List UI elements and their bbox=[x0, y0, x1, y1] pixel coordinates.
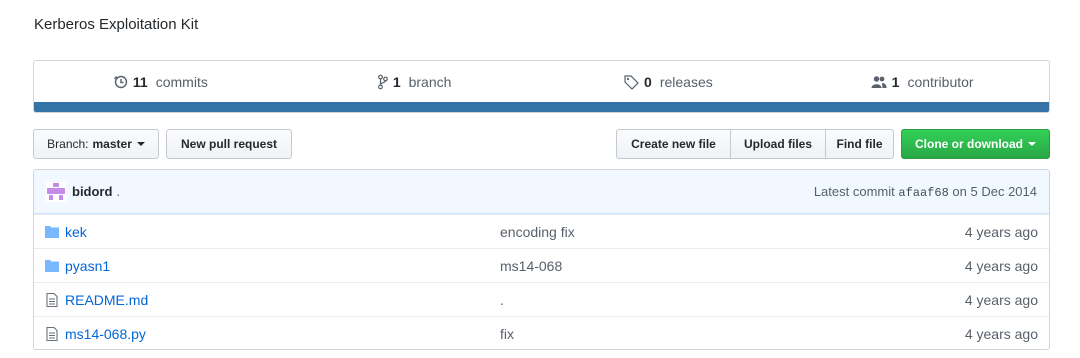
branches-link[interactable]: 1 branch bbox=[288, 74, 542, 90]
chevron-down-icon bbox=[136, 142, 145, 146]
repo-description: Kerberos Exploitation Kit bbox=[34, 16, 199, 33]
contributors-count: 1 bbox=[891, 74, 900, 90]
branch-name: master bbox=[92, 137, 132, 151]
commit-message[interactable]: . bbox=[116, 184, 120, 199]
find-file-button[interactable]: Find file bbox=[825, 129, 894, 159]
file-commit-message[interactable]: fix bbox=[500, 326, 514, 342]
upload-files-button[interactable]: Upload files bbox=[730, 129, 826, 159]
people-icon bbox=[871, 76, 887, 88]
file-name[interactable]: README.md bbox=[65, 292, 148, 308]
file-text-icon bbox=[46, 293, 58, 307]
commit-author[interactable]: bidord bbox=[72, 184, 112, 199]
commits-count: 11 bbox=[132, 74, 148, 90]
latest-commit-bar: bidord . Latest commit afaaf68 on 5 Dec … bbox=[34, 170, 1049, 214]
file-row: README.md . 4 years ago bbox=[34, 282, 1049, 316]
file-row: kek encoding fix 4 years ago bbox=[34, 214, 1049, 248]
contributors-link[interactable]: 1 contributor bbox=[795, 74, 1049, 90]
commits-label: commits bbox=[155, 74, 208, 90]
commit-date: on 5 Dec 2014 bbox=[952, 183, 1037, 199]
language-bar[interactable] bbox=[34, 102, 1049, 112]
file-name[interactable]: ms14-068.py bbox=[65, 326, 146, 342]
releases-link[interactable]: 0 releases bbox=[542, 74, 796, 90]
new-pull-request-button[interactable]: New pull request bbox=[166, 129, 292, 159]
file-row: ms14-068.py fix 4 years ago bbox=[34, 316, 1049, 349]
releases-label: releases bbox=[659, 74, 713, 90]
file-name[interactable]: pyasn1 bbox=[65, 258, 110, 274]
file-age: 4 years ago bbox=[964, 291, 1038, 308]
releases-count: 0 bbox=[644, 74, 652, 90]
branch-select-button[interactable]: Branch: master bbox=[33, 129, 159, 159]
file-age: 4 years ago bbox=[964, 257, 1038, 274]
commit-sha[interactable]: afaaf68 bbox=[898, 186, 948, 200]
avatar[interactable] bbox=[46, 181, 66, 202]
latest-commit-info: Latest commit afaaf68 on 5 Dec 2014 bbox=[814, 184, 1037, 200]
git-branch-icon bbox=[377, 74, 388, 90]
history-icon bbox=[113, 75, 128, 89]
branch-prefix: Branch: bbox=[47, 137, 89, 151]
file-row: pyasn1 ms14-068 4 years ago bbox=[34, 248, 1049, 282]
file-commit-message[interactable]: ms14-068 bbox=[500, 258, 562, 274]
branches-count: 1 bbox=[392, 74, 401, 90]
commits-link[interactable]: 11 commits bbox=[34, 74, 288, 90]
file-text-icon bbox=[46, 327, 58, 341]
folder-icon bbox=[45, 260, 59, 272]
chevron-down-icon bbox=[1028, 142, 1036, 146]
clone-label: Clone or download bbox=[915, 137, 1023, 151]
numbers-summary: 11 commits 1 branch 0 releases 1 contrib… bbox=[33, 60, 1050, 113]
file-commit-message[interactable]: . bbox=[500, 292, 504, 308]
file-navigation: bidord . Latest commit afaaf68 on 5 Dec … bbox=[33, 169, 1050, 350]
file-age: 4 years ago bbox=[964, 325, 1038, 342]
clone-or-download-button[interactable]: Clone or download bbox=[901, 129, 1050, 159]
folder-icon bbox=[45, 226, 59, 238]
file-age: 4 years ago bbox=[964, 223, 1038, 240]
branches-label: branch bbox=[408, 74, 452, 90]
latest-commit-prefix: Latest commit bbox=[813, 183, 895, 199]
contributors-label: contributor bbox=[907, 74, 974, 90]
tag-icon bbox=[624, 75, 639, 90]
file-name[interactable]: kek bbox=[65, 224, 87, 240]
create-new-file-button[interactable]: Create new file bbox=[616, 129, 731, 159]
file-commit-message[interactable]: encoding fix bbox=[500, 224, 575, 240]
